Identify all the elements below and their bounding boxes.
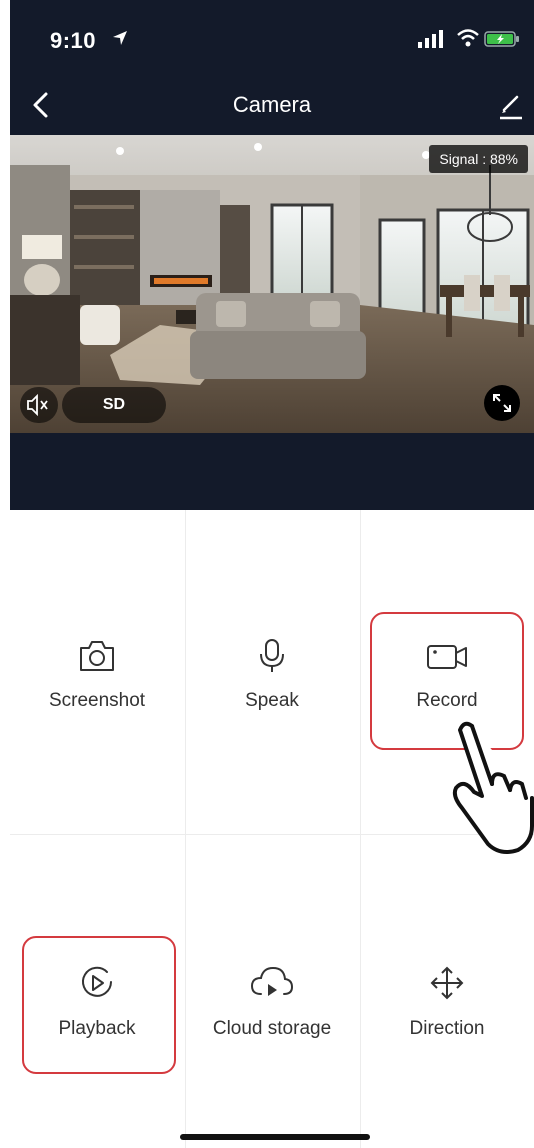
control-label: Screenshot xyxy=(48,690,146,711)
battery-charging-icon xyxy=(484,31,519,47)
pencil-icon[interactable] xyxy=(498,90,524,120)
wifi-icon xyxy=(457,29,479,47)
camera-feed[interactable]: Signal : 88% SD xyxy=(10,135,534,433)
speak-button[interactable]: Speak xyxy=(185,638,359,798)
location-arrow-icon xyxy=(113,31,127,45)
signal-badge: Signal : 88% xyxy=(429,145,528,173)
fullscreen-icon[interactable] xyxy=(484,385,520,421)
direction-button[interactable]: Direction xyxy=(360,964,534,1124)
pointing-hand-icon xyxy=(452,721,534,854)
app-screen: 9:10 Camera Signal: 88% SD Screenshot S… xyxy=(0,0,534,1148)
cloud-play-icon xyxy=(250,966,294,996)
status-bar: 9:10 xyxy=(10,0,534,80)
control-label: Cloud storage xyxy=(212,1018,332,1039)
move-arrows-icon xyxy=(430,966,464,1000)
microphone-icon xyxy=(260,639,284,672)
cloud-storage-button[interactable]: Cloud storage xyxy=(185,964,359,1124)
speaker-muted-icon[interactable] xyxy=(20,387,58,423)
screenshot-button[interactable]: Screenshot xyxy=(10,638,184,798)
left-edge xyxy=(0,0,10,1148)
playback-highlight xyxy=(22,936,176,1074)
page-title: Camera xyxy=(232,92,312,117)
nav-bar: Camera xyxy=(10,80,534,135)
control-label: Speak xyxy=(245,690,299,711)
home-indicator[interactable] xyxy=(180,1134,370,1140)
control-label: Direction xyxy=(409,1018,485,1039)
signal-bars-icon xyxy=(418,30,443,48)
camera-icon xyxy=(80,641,114,671)
quality-toggle-button[interactable]: SD xyxy=(62,387,166,423)
status-time: 9:10 xyxy=(50,28,97,53)
